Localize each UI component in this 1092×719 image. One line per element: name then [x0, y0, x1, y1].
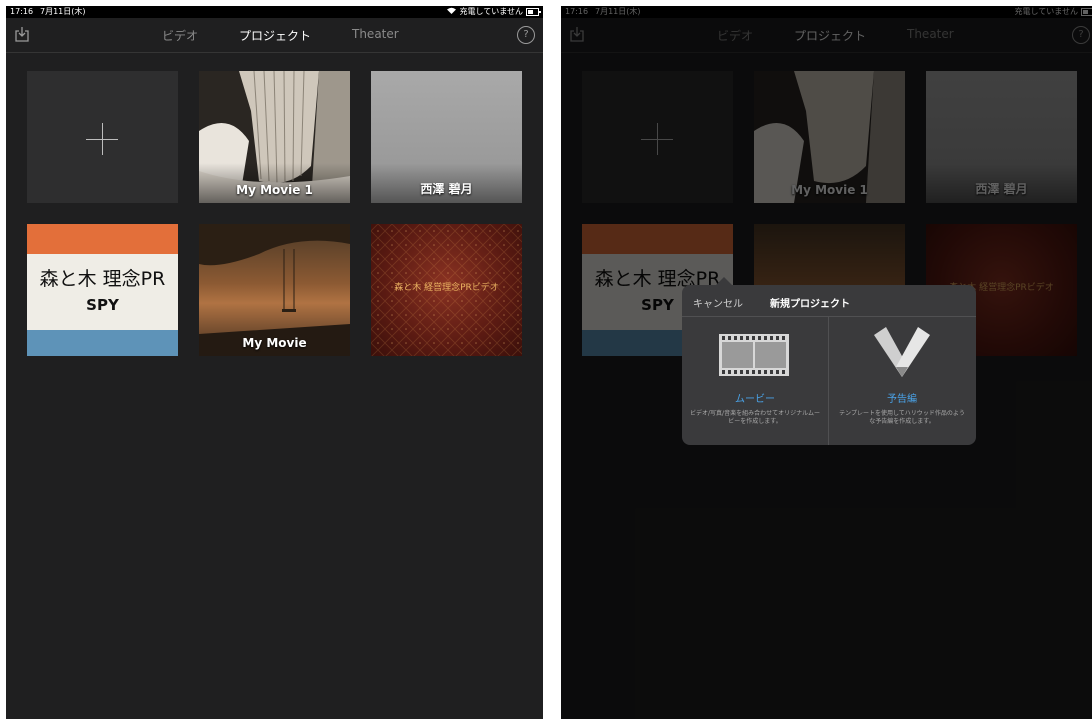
project-title: 森と木 経営理念PRビデオ [394, 283, 499, 293]
trailer-option[interactable]: 予告編 テンプレートを使用してハリウッド作品のような予告編を作成します。 [829, 317, 975, 445]
movie-option[interactable]: ムービー ビデオ/写真/音楽を組み合わせてオリジナルムービーを作成します。 [682, 317, 828, 445]
nav-bar: ビデオ プロジェクト Theater ? [6, 18, 543, 53]
project-tile[interactable]: 西澤 碧月 [371, 71, 522, 203]
trailer-description: テンプレートを使用してハリウッド作品のような予告編を作成します。 [839, 410, 965, 425]
new-project-screen: 17:16 7月11日(木) 充電していません ビデオ プロジェクト Theat… [561, 6, 1092, 719]
tab-projects[interactable]: プロジェクト [239, 27, 311, 44]
help-icon[interactable]: ? [517, 26, 535, 44]
project-tile[interactable]: 森と木 経営理念PRビデオ [371, 224, 522, 356]
movie-description: ビデオ/写真/音楽を組み合わせてオリジナルムービーを作成します。 [690, 410, 820, 425]
project-title: My Movie 1 [236, 183, 313, 197]
project-title: 森と木 理念PR [39, 268, 166, 290]
project-tile[interactable]: My Movie [199, 224, 350, 356]
film-strip-icon [719, 334, 789, 376]
movie-label: ムービー [735, 394, 775, 405]
spotlight-icon [872, 327, 932, 379]
status-date: 7月11日(木) [40, 7, 86, 16]
status-time: 17:16 [10, 7, 34, 16]
project-title: My Movie [242, 336, 307, 350]
import-icon[interactable] [15, 26, 29, 42]
project-subtitle: SPY [86, 296, 119, 314]
projects-screen: 17:16 7月11日(木) 充電していません ビデオ プロジェクト Theat… [6, 6, 543, 719]
cancel-button[interactable]: キャンセル [693, 295, 743, 310]
popover-title: 新規プロジェクト [770, 299, 850, 310]
new-project-tile[interactable] [27, 71, 178, 203]
tab-theater[interactable]: Theater [352, 27, 399, 41]
new-project-popover: キャンセル 新規プロジェクト ムービー ビデオ/写真/音楽を組み合わせてオリジナ… [682, 277, 976, 445]
tab-video[interactable]: ビデオ [162, 27, 198, 44]
wifi-icon [447, 6, 457, 18]
project-tile[interactable]: My Movie 1 [199, 71, 350, 203]
trailer-label: 予告編 [887, 394, 917, 405]
project-title: 西澤 碧月 [420, 182, 473, 196]
charging-status: 充電していません [459, 7, 523, 16]
project-tile[interactable]: 森と木 理念PR SPY [27, 224, 178, 356]
battery-icon [526, 8, 541, 16]
status-bar: 17:16 7月11日(木) 充電していません [6, 6, 543, 18]
